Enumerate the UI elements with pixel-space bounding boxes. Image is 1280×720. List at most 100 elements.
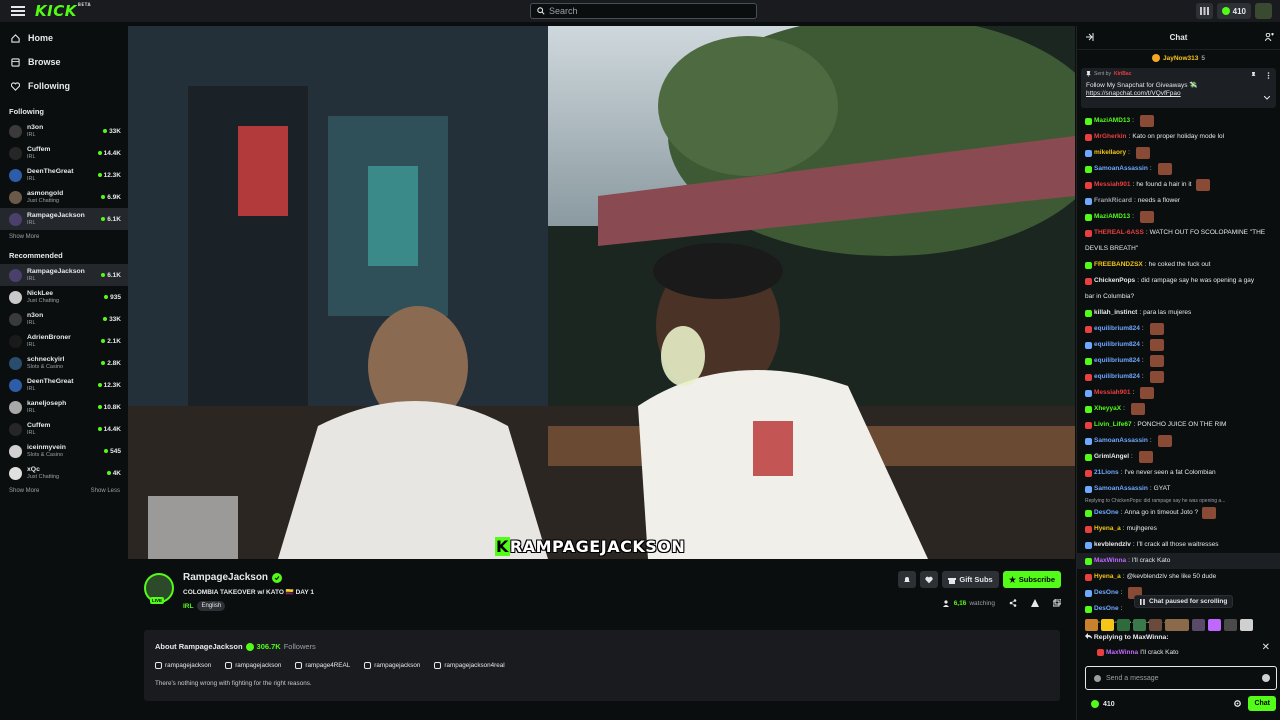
user-avatar-button[interactable] — [1255, 3, 1272, 19]
channel-item[interactable]: n3on IRL 33K — [0, 308, 128, 330]
chat-username[interactable]: FrankRicard — [1094, 193, 1132, 209]
clip-icon[interactable] — [1053, 599, 1061, 607]
share-icon[interactable] — [1009, 599, 1017, 607]
chat-kicks-balance[interactable]: 410 — [1091, 700, 1115, 708]
stream-tag[interactable]: English — [197, 601, 226, 611]
chat-username[interactable]: Hyena_a — [1094, 521, 1121, 537]
kicks-balance-button[interactable]: 410 — [1216, 3, 1251, 19]
chat-message[interactable]: SamoanAssassin: — [1085, 161, 1273, 177]
recommended-show-more[interactable]: Show More — [9, 488, 39, 494]
emote-1[interactable] — [1085, 619, 1098, 631]
chat-paused-notice[interactable]: Chat paused for scrolling — [1134, 595, 1234, 608]
nav-home[interactable]: Home — [0, 26, 128, 50]
channel-item[interactable]: RampageJackson IRL 6.1K — [0, 208, 128, 230]
emote-3[interactable] — [1117, 619, 1130, 631]
chat-username[interactable]: MaziAMD13 — [1094, 113, 1130, 129]
chat-message[interactable]: MaziAMD13: — [1085, 209, 1273, 225]
chat-username[interactable]: XheyyaX — [1094, 401, 1121, 417]
pinned-link[interactable]: https://snapchat.com/t/VQvfFpao — [1086, 90, 1271, 97]
chat-message[interactable]: ChickenPops: did rampage say he was openi… — [1085, 273, 1273, 289]
social-link[interactable]: rampagejackson — [225, 662, 281, 669]
channel-item[interactable]: Cuffem IRL 14.4K — [0, 418, 128, 440]
chat-message[interactable]: MaxWinna: I'll crack Kato — [1077, 553, 1280, 569]
channel-item[interactable]: iceinmyvein Slots & Casino 545 — [0, 440, 128, 462]
chat-username[interactable]: ChickenPops — [1094, 273, 1135, 289]
kick-logo[interactable]: KICKBETA — [35, 2, 91, 20]
chat-username[interactable]: MrGherkin — [1094, 129, 1127, 145]
nav-following[interactable]: Following — [0, 74, 128, 98]
chat-username[interactable]: Messiah901 — [1094, 177, 1131, 193]
recommended-show-less[interactable]: Show Less — [91, 488, 120, 494]
channel-item[interactable]: schneckyirl Slots & Casino 2.8K — [0, 352, 128, 374]
channel-item[interactable]: Cuffem IRL 14.4K — [0, 142, 128, 164]
chat-username[interactable]: 21Lions — [1094, 465, 1119, 481]
chat-username[interactable]: SamoanAssassin — [1094, 481, 1148, 497]
chat-message[interactable]: DEVILS BREATH" — [1085, 241, 1273, 257]
emoji-picker-icon[interactable] — [1262, 674, 1270, 682]
channel-item[interactable]: kaneljoseph IRL 10.8K — [0, 396, 128, 418]
chat-message[interactable]: Messiah901: he found a hair in it — [1085, 177, 1273, 193]
chat-username[interactable]: THEREAL-6ASS — [1094, 225, 1144, 241]
emote-6[interactable] — [1165, 619, 1189, 631]
chat-message[interactable]: Hyena_a: @kevblendzlv she like 50 dude — [1085, 569, 1273, 585]
emote-2[interactable] — [1101, 619, 1114, 631]
follow-button[interactable] — [920, 571, 939, 588]
chat-username[interactable]: equilibrium824 — [1094, 369, 1140, 385]
chat-message[interactable]: equilibrium824: — [1085, 369, 1273, 385]
channel-item[interactable]: xQc Just Chatting 4K — [0, 462, 128, 484]
chat-message[interactable]: 21Lions: I've never seen a fat Colombian — [1085, 465, 1273, 481]
emote-9[interactable] — [1224, 619, 1237, 631]
chat-username[interactable]: Messiah901 — [1094, 385, 1131, 401]
chat-message[interactable]: bar in Columbia? — [1085, 289, 1273, 305]
chat-username[interactable]: GrimlAngel — [1094, 449, 1129, 465]
gift-subs-button[interactable]: Gift Subs — [942, 571, 999, 588]
collapse-chat-icon[interactable] — [1086, 33, 1094, 41]
chat-username[interactable]: equilibrium824 — [1094, 337, 1140, 353]
channel-item[interactable]: asmongold Just Chatting 6.9K — [0, 186, 128, 208]
channel-item[interactable]: DeenTheGreat IRL 12.3K — [0, 164, 128, 186]
chat-message[interactable]: MrGherkin: Kato on proper holiday mode lo… — [1085, 129, 1273, 145]
emote-4[interactable] — [1133, 619, 1146, 631]
channel-item[interactable]: n3on IRL 33K — [0, 120, 128, 142]
streamer-name[interactable]: RampageJackson — [183, 572, 268, 583]
more-options-icon[interactable] — [1267, 72, 1270, 79]
report-icon[interactable] — [1031, 599, 1039, 607]
chat-username[interactable]: equilibrium824 — [1094, 353, 1140, 369]
chat-message[interactable]: FREEBANDZSX: he coked the fuck out — [1085, 257, 1273, 273]
chat-input[interactable]: Send a message — [1085, 666, 1277, 690]
chat-username[interactable]: mikellaory — [1094, 145, 1126, 161]
chat-message[interactable]: GrimlAngel: — [1085, 449, 1273, 465]
social-link[interactable]: rampagejackson — [155, 662, 211, 669]
channel-item[interactable]: NickLee Just Chatting 935 — [0, 286, 128, 308]
close-reply-icon[interactable]: ✕ — [1262, 642, 1270, 653]
channel-item[interactable]: AdrienBroner IRL 2.1K — [0, 330, 128, 352]
chat-username[interactable]: Hyena_a — [1094, 569, 1121, 585]
chat-username[interactable]: DesOne — [1094, 601, 1119, 617]
chat-username[interactable]: killah_instinct — [1094, 305, 1137, 321]
chat-username[interactable]: equilibrium824 — [1094, 321, 1140, 337]
send-chat-button[interactable]: Chat — [1248, 696, 1276, 711]
emote-10[interactable] — [1240, 619, 1253, 631]
search-input[interactable]: Search — [530, 3, 757, 19]
social-link[interactable]: rampagejackson4real — [434, 662, 505, 669]
chat-username[interactable]: MaxWinna — [1094, 553, 1126, 569]
chat-message[interactable]: SamoanAssassin: GYAT — [1085, 481, 1273, 497]
library-button[interactable] — [1195, 3, 1213, 19]
chevron-down-icon[interactable] — [1264, 96, 1270, 100]
chat-message[interactable]: equilibrium824: — [1085, 337, 1273, 353]
emote-7[interactable] — [1192, 619, 1205, 631]
gift-leaderboard[interactable]: JayNow313 5 — [1077, 50, 1280, 66]
chat-message[interactable]: Hyena_a: mujhgeres — [1085, 521, 1273, 537]
chat-message[interactable]: DesOne: Anna go in timeout Joto ? — [1085, 505, 1273, 521]
chat-username[interactable]: DesOne — [1094, 585, 1119, 601]
chat-username[interactable]: kevblendzlv — [1094, 537, 1131, 553]
subscribe-button[interactable]: Subscribe — [1002, 571, 1061, 588]
emote-8[interactable] — [1208, 619, 1221, 631]
chat-username[interactable]: SamoanAssassin — [1094, 433, 1148, 449]
chat-username[interactable]: MaziAMD13 — [1094, 209, 1130, 225]
chat-message[interactable]: equilibrium824: — [1085, 353, 1273, 369]
video-player[interactable] — [128, 26, 1075, 559]
nav-browse[interactable]: Browse — [0, 50, 128, 74]
chat-message[interactable]: mikellaory: — [1085, 145, 1273, 161]
notification-button[interactable] — [898, 571, 917, 588]
